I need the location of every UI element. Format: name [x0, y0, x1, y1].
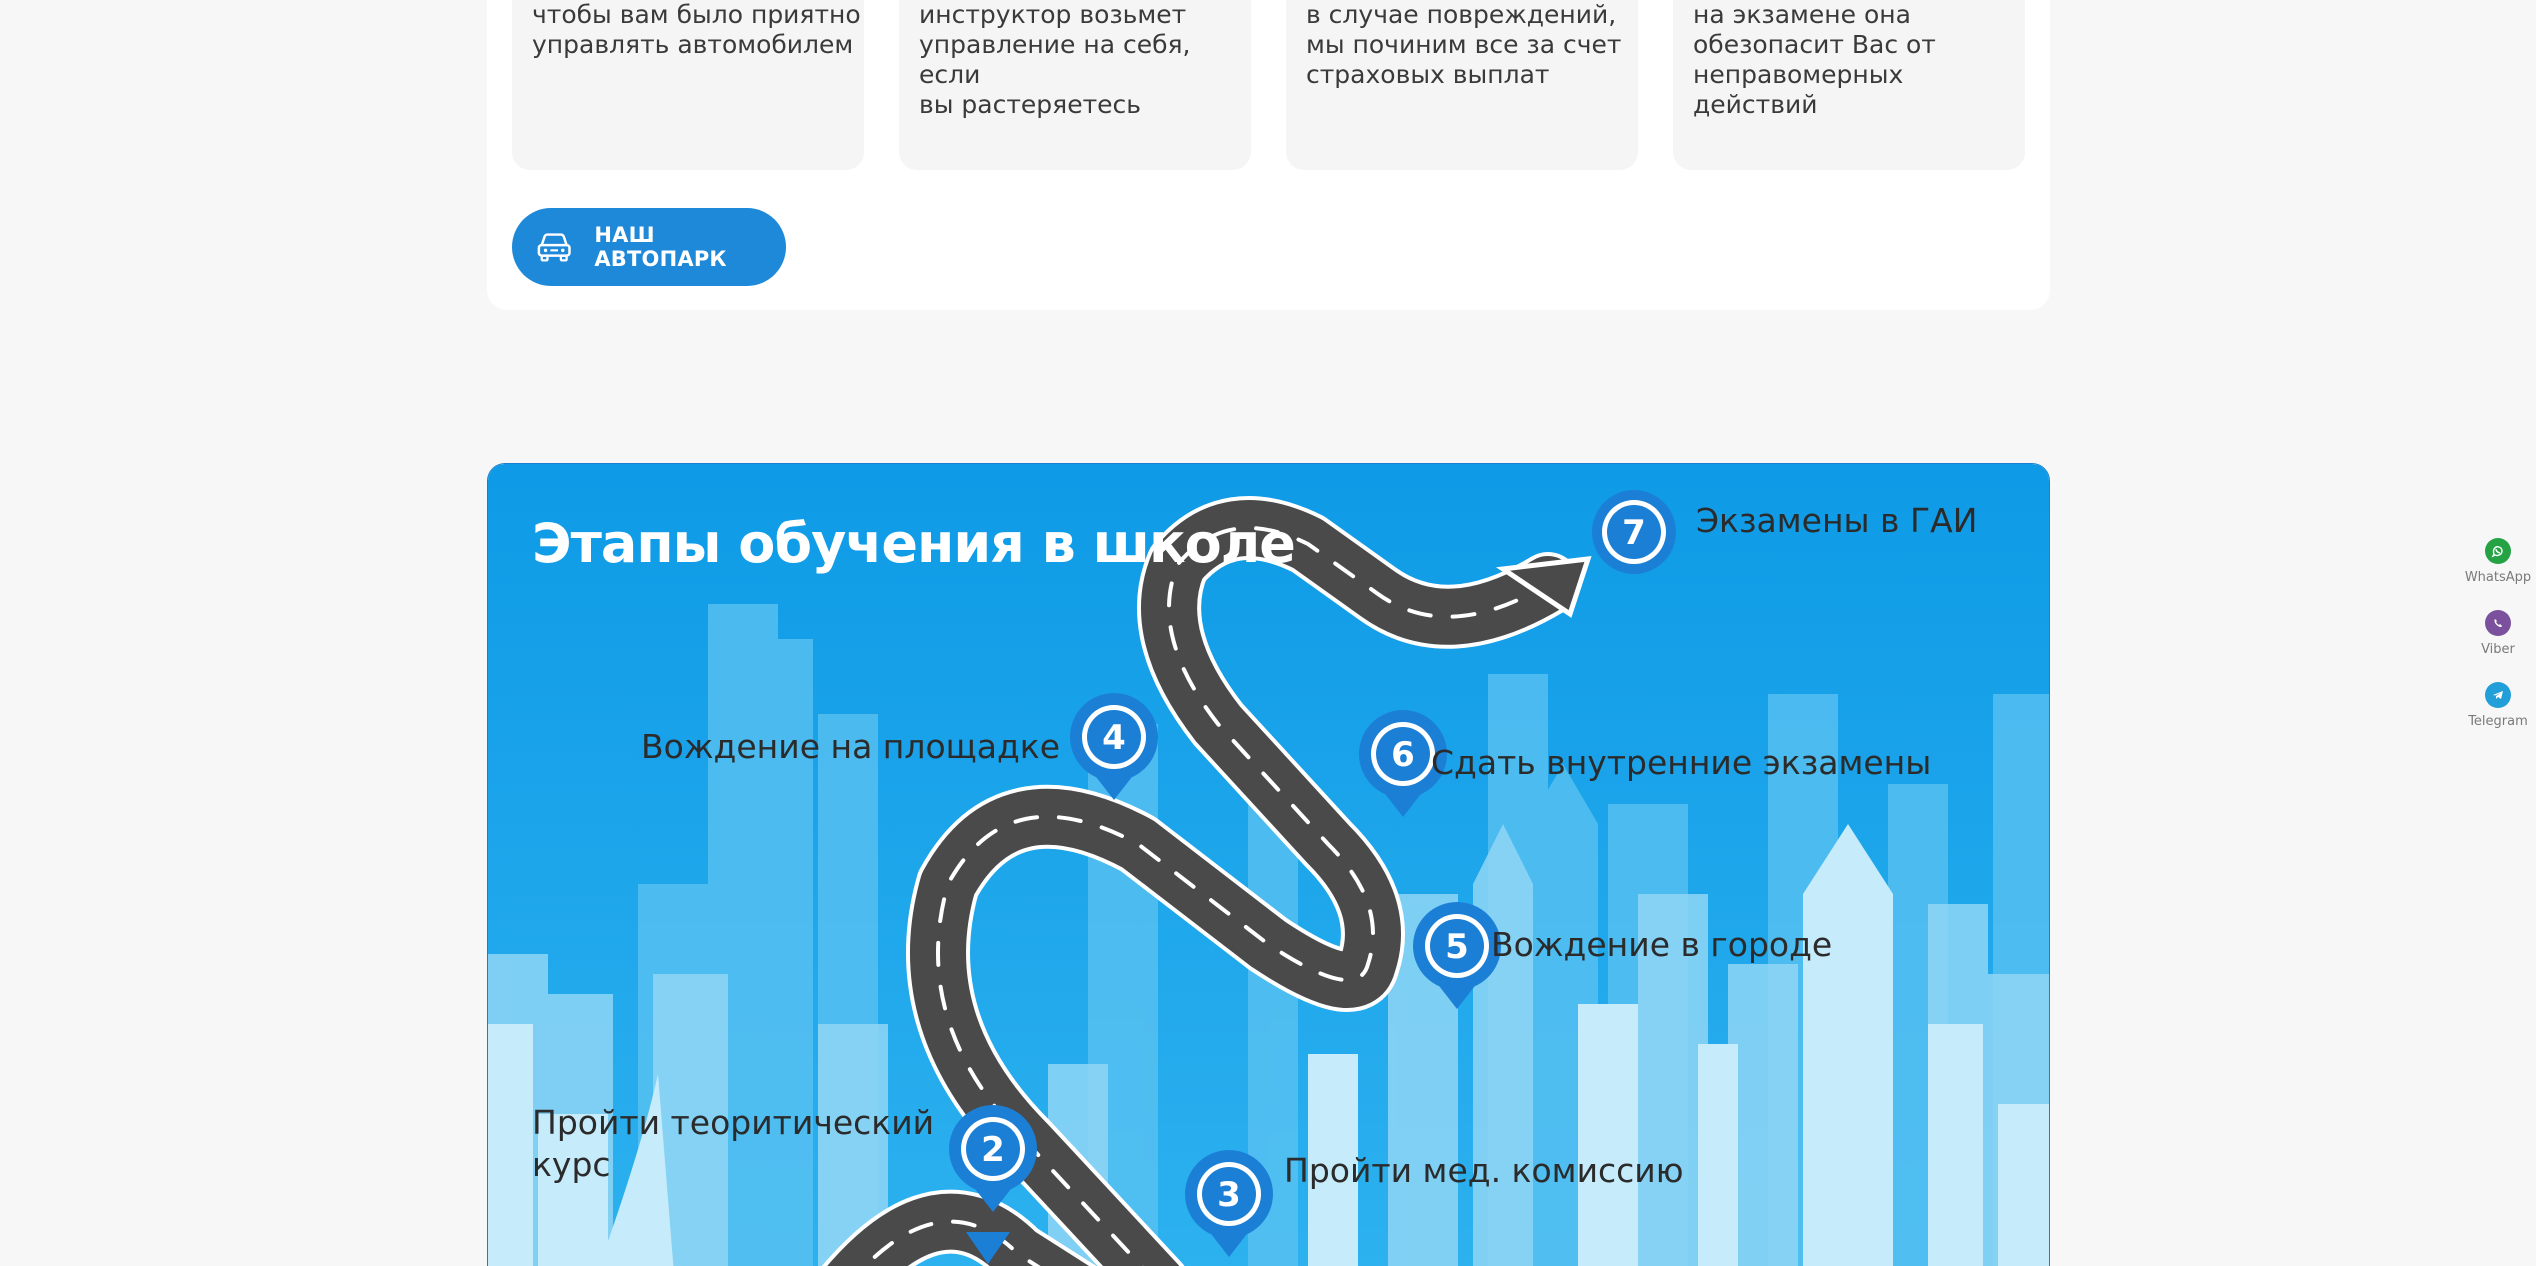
telegram-link[interactable]: Telegram	[2460, 682, 2536, 729]
step-pin-3: 3	[1185, 1150, 1273, 1257]
whatsapp-icon	[2485, 538, 2511, 564]
feature-card-4: на экзамене она обезопасит Вас от неправ…	[1673, 0, 2025, 170]
features-card: чтобы вам было приятно управлять автомоб…	[487, 0, 2050, 310]
step-number: 7	[1622, 513, 1646, 553]
step-label-2: Пройти теоритический курс	[532, 1103, 935, 1184]
viber-link[interactable]: Viber	[2460, 610, 2536, 657]
step-number: 2	[981, 1130, 1005, 1170]
step-pin-7: 7	[1592, 490, 1676, 574]
step-number: 5	[1445, 927, 1469, 967]
feature-text: в случае повреждений, мы починим все за …	[1306, 0, 1622, 89]
step-label-5: Вождение в городе	[1491, 925, 1833, 964]
step-number: 3	[1217, 1175, 1241, 1215]
feature-text: чтобы вам было приятно управлять автомоб…	[532, 0, 861, 59]
feature-text: инструктор возьмет управление на себя, е…	[919, 0, 1191, 119]
feature-card-1: чтобы вам было приятно управлять автомоб…	[512, 0, 864, 170]
step-pin-2: 2	[949, 1105, 1037, 1212]
messenger-caption: Telegram	[2468, 714, 2528, 729]
feature-card-3: в случае повреждений, мы починим все за …	[1286, 0, 1638, 170]
whatsapp-link[interactable]: WhatsApp	[2460, 538, 2536, 585]
feature-card-2: инструктор возьмет управление на себя, е…	[899, 0, 1251, 170]
fleet-button[interactable]: НАШ АВТОПАРК	[512, 208, 786, 286]
messenger-caption: Viber	[2481, 642, 2515, 657]
step-pin-4: 4	[1070, 693, 1158, 800]
messenger-caption: WhatsApp	[2464, 570, 2532, 585]
step-label-7: Экзамены в ГАИ	[1696, 501, 1978, 540]
education-stages-panel: Этапы обучения в школе 2 3 4 5 6 7 Пройт…	[487, 463, 2050, 1266]
viber-icon	[2485, 610, 2511, 636]
step-label-3: Пройти мед. комиссию	[1284, 1151, 1684, 1190]
step-number: 6	[1391, 735, 1415, 775]
telegram-icon	[2485, 682, 2511, 708]
feature-text: на экзамене она обезопасит Вас от неправ…	[1693, 0, 1936, 119]
step-number: 4	[1102, 718, 1126, 758]
fleet-button-label: НАШ АВТОПАРК	[594, 223, 727, 271]
step-label-6: Сдать внутренние экзамены	[1431, 743, 1932, 782]
step-pin-5: 5	[1413, 902, 1501, 1009]
car-icon	[537, 233, 571, 262]
step-label-4: Вождение на площадке	[641, 727, 1060, 766]
